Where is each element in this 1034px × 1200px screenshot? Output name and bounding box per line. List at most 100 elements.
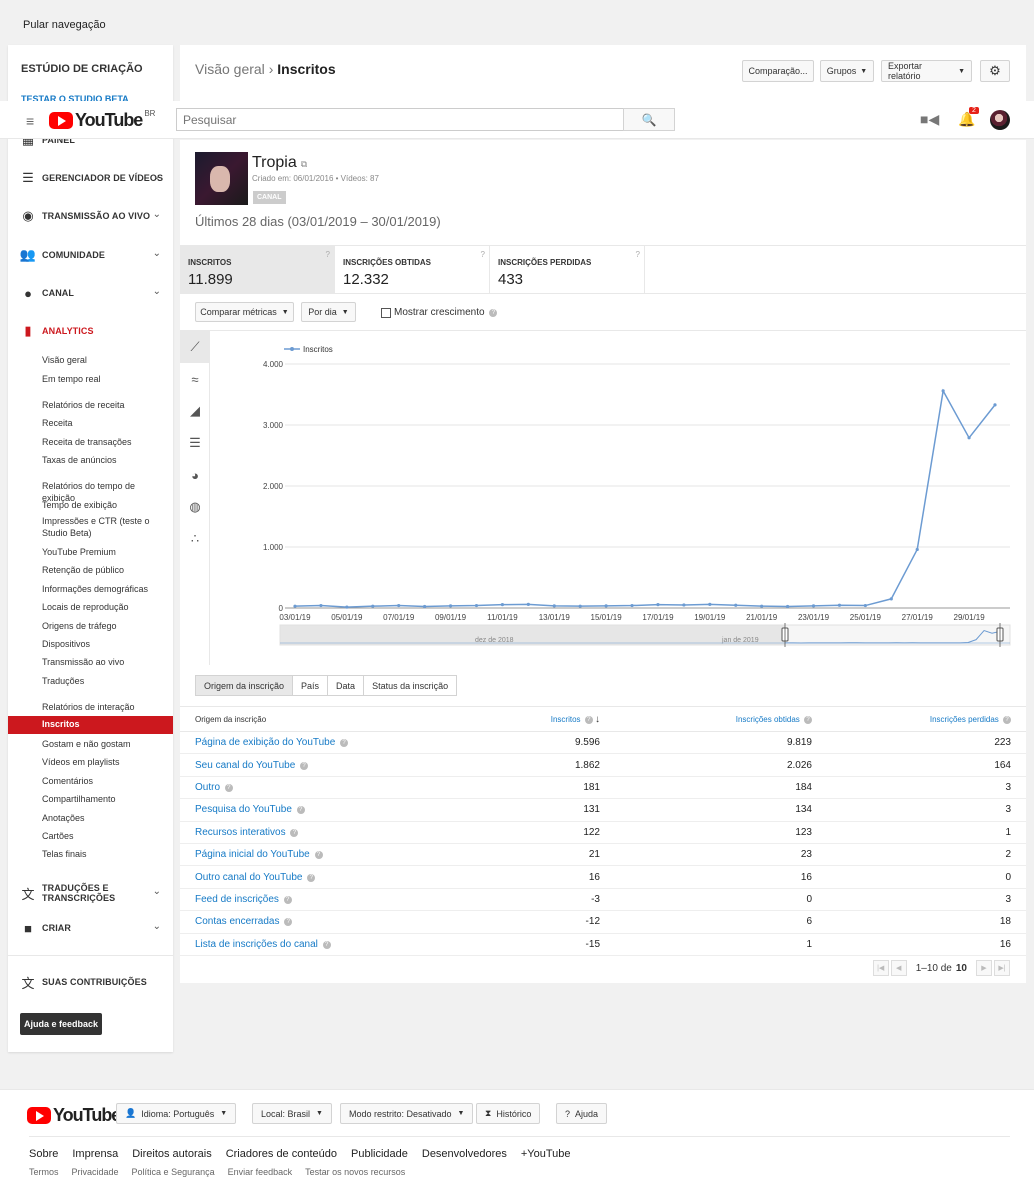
show-growth-checkbox[interactable] [381, 308, 391, 318]
source-cell[interactable]: Outro ? [180, 776, 500, 800]
help-icon[interactable]: ? [489, 309, 498, 317]
sidebar-subitem-realtime[interactable]: Em tempo real [42, 373, 167, 385]
help-icon[interactable]: ? [314, 851, 323, 860]
help-icon[interactable]: ? [290, 828, 299, 837]
source-label[interactable]: Outro canal do YouTube [195, 872, 303, 883]
source-cell[interactable]: Feed de inscrições ? [180, 888, 500, 912]
help-icon[interactable]: ? [636, 250, 640, 259]
help-icon[interactable]: ? [307, 873, 316, 882]
footer-link-about[interactable]: Sobre [29, 1148, 58, 1160]
column-header-lost[interactable]: Inscrições perdidas ? [812, 706, 1026, 732]
next-page-icon[interactable]: ▶ [976, 960, 992, 976]
sidebar-subitem-sharing[interactable]: Compartilhamento [42, 793, 167, 805]
first-page-icon[interactable]: |◀ [872, 960, 889, 976]
search-button[interactable]: 🔍 [623, 108, 675, 131]
sidebar-subitem-impressions[interactable]: Impressões e CTR (teste o Studio Beta) [42, 515, 167, 539]
last-page-icon[interactable]: ▶| [994, 960, 1010, 976]
sidebar-subitem-playback-locations[interactable]: Locais de reprodução [42, 601, 167, 613]
source-label[interactable]: Recursos interativos [195, 827, 286, 838]
source-cell[interactable]: Outro canal do YouTube ? [180, 865, 500, 889]
source-label[interactable]: Página de exibição do YouTube [195, 737, 335, 748]
search-input[interactable] [176, 108, 624, 131]
footer-youtube-logo[interactable]: YouTube [27, 1105, 121, 1126]
sidebar-subitem-watch-time[interactable]: Tempo de exibição [42, 499, 167, 511]
column-header-subscribers[interactable]: Inscritos ? ↓ [500, 706, 600, 732]
sidebar-subitem-transaction-revenue[interactable]: Receita de transações [42, 436, 167, 448]
help-feedback-button[interactable]: Ajuda e feedback [20, 1013, 102, 1035]
sidebar-subitem-ad-rates[interactable]: Taxas de anúncios [42, 454, 167, 466]
footer-link-test-features[interactable]: Testar os novos recursos [305, 1167, 405, 1177]
external-link-icon[interactable]: ⧉ [301, 159, 307, 169]
source-label[interactable]: Pesquisa do YouTube [195, 804, 292, 815]
breadcrumb-parent[interactable]: Visão geral [195, 61, 265, 77]
footer-link-press[interactable]: Imprensa [72, 1148, 118, 1160]
tab-date[interactable]: Data [327, 675, 365, 696]
sidebar-item-video-manager[interactable]: ☰ GERENCIADOR DE VÍDEOS ⌄ [8, 166, 173, 190]
sidebar-item-community[interactable]: 👥 COMUNIDADE ⌄ [8, 243, 173, 267]
upload-video-icon[interactable]: ■◀ [920, 111, 939, 128]
metric-card-lost[interactable]: INSCRIÇÕES PERDIDAS 433 ? [490, 246, 645, 294]
help-icon[interactable]: ? [284, 918, 293, 927]
line-chart-icon[interactable]: ⟋ [180, 331, 210, 363]
bubble-chart-icon[interactable]: ∴ [180, 523, 210, 555]
help-button[interactable]: ? Ajuda [556, 1103, 608, 1124]
source-label[interactable]: Lista de inscrições do canal [195, 939, 318, 950]
source-label[interactable]: Contas encerradas [195, 916, 280, 927]
sidebar-subitem-overview[interactable]: Visão geral [42, 354, 167, 366]
language-picker-button[interactable]: 👤 Idioma: Português ▼ [116, 1103, 237, 1124]
source-cell[interactable]: Página inicial do YouTube ? [180, 843, 500, 867]
source-cell[interactable]: Contas encerradas ? [180, 910, 500, 934]
source-label[interactable]: Outro [195, 782, 220, 793]
menu-icon[interactable]: ≡ [26, 113, 34, 129]
area-chart-icon[interactable]: ◢ [180, 395, 210, 427]
compare-metrics-dropdown[interactable]: Comparar métricas ▼ [195, 302, 294, 322]
pie-chart-icon[interactable]: ◕ [180, 459, 210, 491]
help-icon[interactable]: ? [224, 783, 233, 792]
help-icon[interactable]: ? [1003, 715, 1011, 724]
skip-navigation-link[interactable]: Pular navegação [23, 19, 106, 31]
sidebar-subitem-revenue[interactable]: Receita [42, 417, 167, 429]
source-label[interactable]: Página inicial do YouTube [195, 849, 310, 860]
sidebar-item-analytics[interactable]: ▮ ANALYTICS [8, 319, 173, 343]
history-button[interactable]: ⧗ Histórico [476, 1103, 541, 1124]
help-icon[interactable]: ? [326, 250, 330, 259]
help-icon[interactable]: ? [804, 715, 812, 724]
export-report-button[interactable]: Exportar relatório ▼ [881, 60, 972, 82]
help-icon[interactable]: ? [296, 806, 305, 815]
sidebar-subitem-premium[interactable]: YouTube Premium [42, 546, 167, 558]
previous-page-icon[interactable]: ◀ [890, 960, 907, 976]
sidebar-subitem-cards[interactable]: Cartões [42, 830, 167, 842]
sidebar-subitem-playlists[interactable]: Vídeos em playlists [42, 756, 167, 768]
location-picker-button[interactable]: Local: Brasil ▼ [252, 1103, 332, 1124]
help-icon[interactable]: ? [481, 250, 485, 259]
source-cell[interactable]: Página de exibição do YouTube ? [180, 731, 500, 755]
footer-link-send-feedback[interactable]: Enviar feedback [228, 1167, 293, 1177]
comparison-button[interactable]: Comparação... [742, 60, 814, 82]
column-header-gained[interactable]: Inscrições obtidas ? [600, 706, 812, 732]
footer-link-developers[interactable]: Desenvolvedores [422, 1148, 507, 1160]
sidebar-item-contributions[interactable]: 文 SUAS CONTRIBUIÇÕES [8, 970, 173, 994]
sidebar-subitem-translations[interactable]: Traduções [42, 675, 167, 687]
source-cell[interactable]: Seu canal do YouTube ? [180, 753, 500, 777]
footer-link-advertise[interactable]: Publicidade [351, 1148, 408, 1160]
sidebar-subitem-demographics[interactable]: Informações demográficas [42, 583, 167, 595]
sidebar-item-live[interactable]: ◉ TRANSMISSÃO AO VIVO ⌄ [8, 204, 173, 228]
tab-subscription-status[interactable]: Status da inscrição [363, 675, 458, 696]
footer-link-plus-youtube[interactable]: +YouTube [521, 1148, 571, 1160]
sidebar-subitem-likes[interactable]: Gostam e não gostam [42, 738, 167, 750]
footer-link-policy-safety[interactable]: Política e Segurança [132, 1167, 215, 1177]
sidebar-subitem-annotations[interactable]: Anotações [42, 812, 167, 824]
avatar[interactable] [990, 110, 1010, 130]
groups-button[interactable]: Grupos ▼ [820, 60, 874, 82]
sidebar-subitem-end-screens[interactable]: Telas finais [42, 848, 167, 860]
sort-down-arrow-icon[interactable]: ↓ [595, 714, 600, 725]
youtube-logo[interactable]: YouTube BR [49, 109, 155, 131]
tab-subscription-source[interactable]: Origem da inscrição [195, 675, 294, 696]
sidebar-subitem-devices[interactable]: Dispositivos [42, 638, 167, 650]
help-icon[interactable]: ? [584, 715, 593, 724]
source-label[interactable]: Seu canal do YouTube [195, 760, 295, 771]
source-cell[interactable]: Pesquisa do YouTube ? [180, 798, 500, 822]
footer-link-terms[interactable]: Termos [29, 1167, 59, 1177]
source-cell[interactable]: Lista de inscrições do canal ? [180, 933, 500, 956]
multi-line-chart-icon[interactable]: ≈ [180, 363, 210, 395]
